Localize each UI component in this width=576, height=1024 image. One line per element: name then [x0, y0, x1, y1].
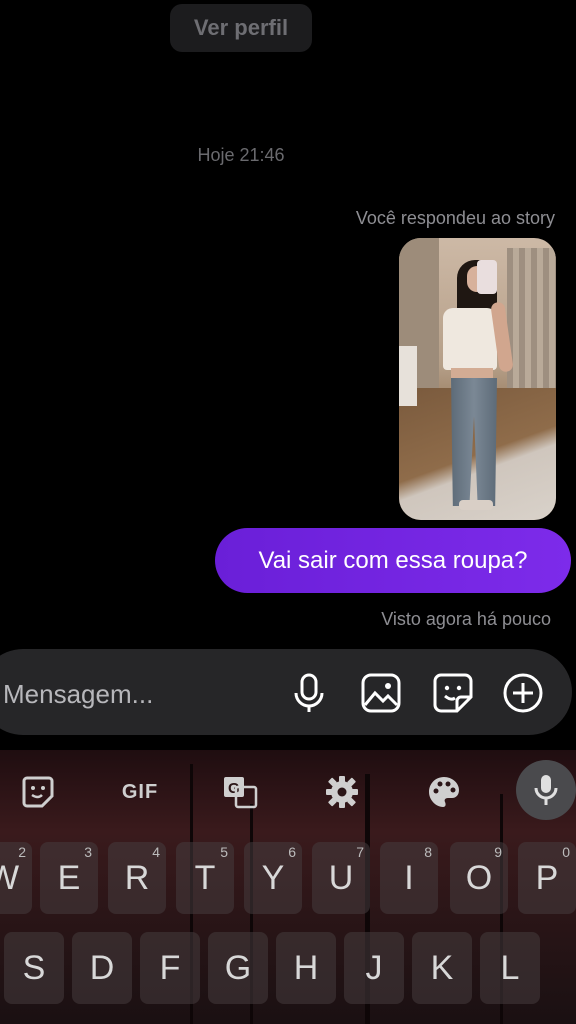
key-i[interactable]: I8 — [380, 842, 438, 914]
message-timestamp: Hoje 21:46 — [197, 145, 285, 165]
svg-text:G: G — [228, 780, 240, 797]
key-u[interactable]: U7 — [312, 842, 370, 914]
sticker-icon[interactable] — [430, 670, 476, 716]
dm-screen: Ver perfil Hoje 21:46 Você respondeu ao … — [0, 0, 576, 1024]
message-input[interactable] — [0, 670, 275, 718]
key-d[interactable]: D — [72, 932, 132, 1004]
key-hint: 6 — [288, 844, 296, 860]
microphone-icon[interactable] — [286, 670, 332, 716]
keyboard-microphone-icon[interactable] — [516, 760, 576, 820]
key-l[interactable]: L — [480, 932, 540, 1004]
palette-icon[interactable] — [424, 772, 464, 812]
key-hint: 0 — [562, 844, 570, 860]
key-hint: 3 — [84, 844, 92, 860]
key-t[interactable]: T5 — [176, 842, 234, 914]
key-g[interactable]: G — [208, 932, 268, 1004]
key-e[interactable]: E3 — [40, 842, 98, 914]
gif-button[interactable]: GIF — [118, 772, 162, 812]
key-f[interactable]: F — [140, 932, 200, 1004]
key-s[interactable]: S — [4, 932, 64, 1004]
key-hint: 9 — [494, 844, 502, 860]
key-hint: 4 — [152, 844, 160, 860]
key-hint: 7 — [356, 844, 364, 860]
view-profile-button[interactable]: Ver perfil — [170, 4, 312, 52]
sticker-icon[interactable] — [18, 772, 58, 812]
image-icon[interactable] — [358, 670, 404, 716]
plus-icon[interactable] — [500, 670, 546, 716]
story-reply-label: Você respondeu ao story — [355, 208, 555, 228]
sent-message-bubble[interactable]: Vai sair com essa roupa? — [215, 528, 571, 593]
key-j[interactable]: J — [344, 932, 404, 1004]
translate-icon[interactable]: G — [220, 772, 260, 812]
virtual-keyboard: GIF G W2E3R4T5Y6U7I8O9P0SDFGHJKL — [0, 750, 576, 1024]
story-preview-image[interactable] — [399, 238, 556, 520]
key-p[interactable]: P0 — [518, 842, 576, 914]
key-o[interactable]: O9 — [450, 842, 508, 914]
settings-icon[interactable] — [322, 772, 362, 812]
key-hint: 8 — [424, 844, 432, 860]
seen-status: Visto agora há pouco — [381, 609, 551, 629]
key-h[interactable]: H — [276, 932, 336, 1004]
key-r[interactable]: R4 — [108, 842, 166, 914]
key-k[interactable]: K — [412, 932, 472, 1004]
key-w[interactable]: W2 — [0, 842, 32, 914]
key-hint: 5 — [220, 844, 228, 860]
key-hint: 2 — [18, 844, 26, 860]
key-y[interactable]: Y6 — [244, 842, 302, 914]
